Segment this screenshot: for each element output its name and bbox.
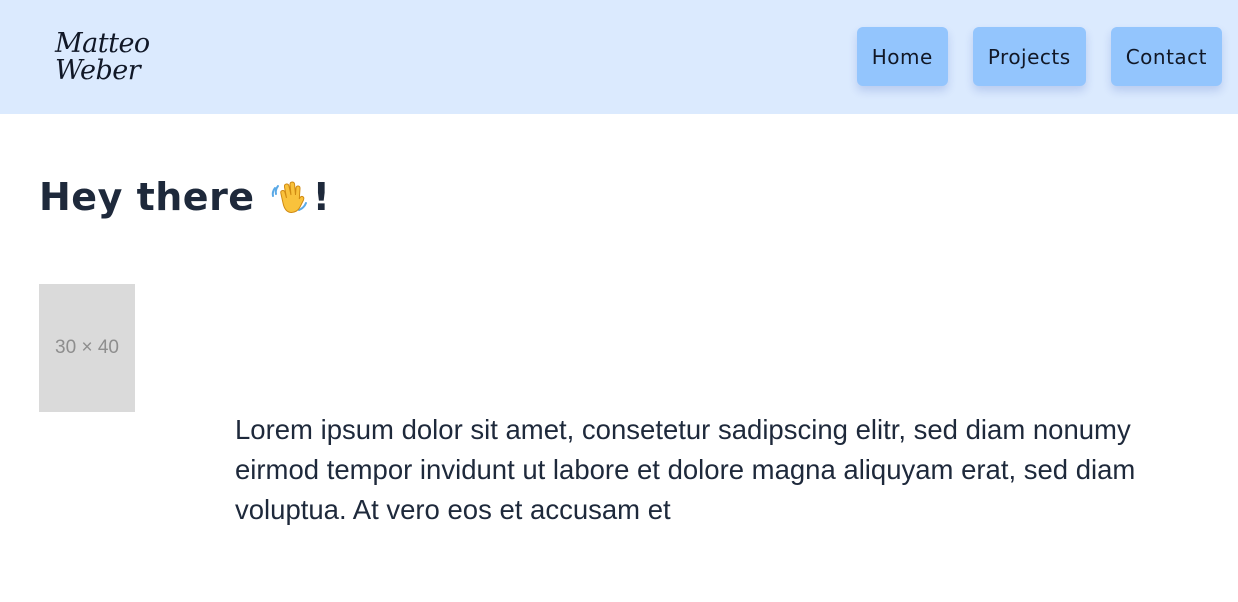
greeting-exclamation: ! — [312, 175, 331, 219]
waving-hand-icon — [269, 177, 309, 217]
page-title: Hey there ! — [39, 172, 330, 222]
greeting-text: Hey there — [39, 175, 255, 219]
nav-home-button[interactable]: Home — [856, 27, 948, 86]
site-header: Matteo Weber Home Projects Contact — [0, 0, 1238, 114]
logo[interactable]: Matteo Weber — [55, 30, 165, 84]
intro-paragraph: Lorem ipsum dolor sit amet, consetetur s… — [235, 414, 1136, 525]
nav-projects-button[interactable]: Projects — [972, 27, 1086, 86]
logo-line-1: Matteo — [55, 28, 150, 59]
logo-line-2: Weber — [55, 55, 141, 86]
nav-contact-button[interactable]: Contact — [1110, 27, 1222, 86]
main-nav: Home Projects Contact — [856, 27, 1222, 86]
image-placeholder-label: 30 × 40 — [55, 337, 119, 358]
image-placeholder: 30 × 40 — [39, 284, 135, 412]
